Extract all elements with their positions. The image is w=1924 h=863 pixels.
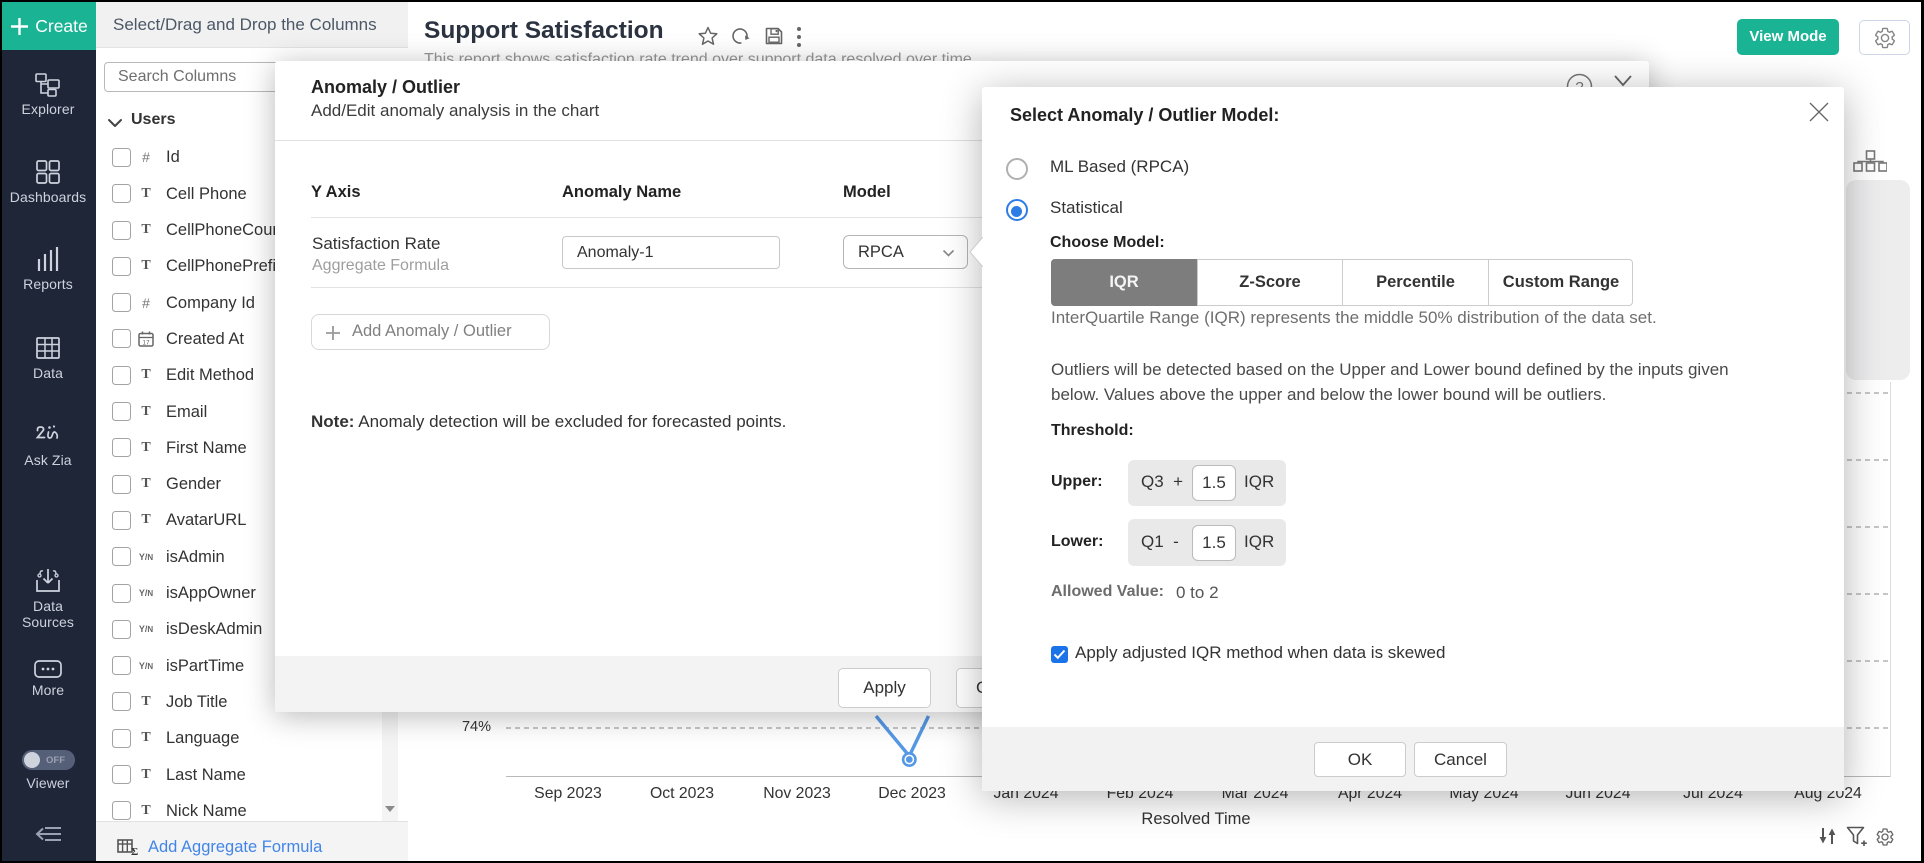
svg-text:17: 17 bbox=[142, 339, 150, 346]
svg-text:Σ: Σ bbox=[131, 846, 138, 856]
